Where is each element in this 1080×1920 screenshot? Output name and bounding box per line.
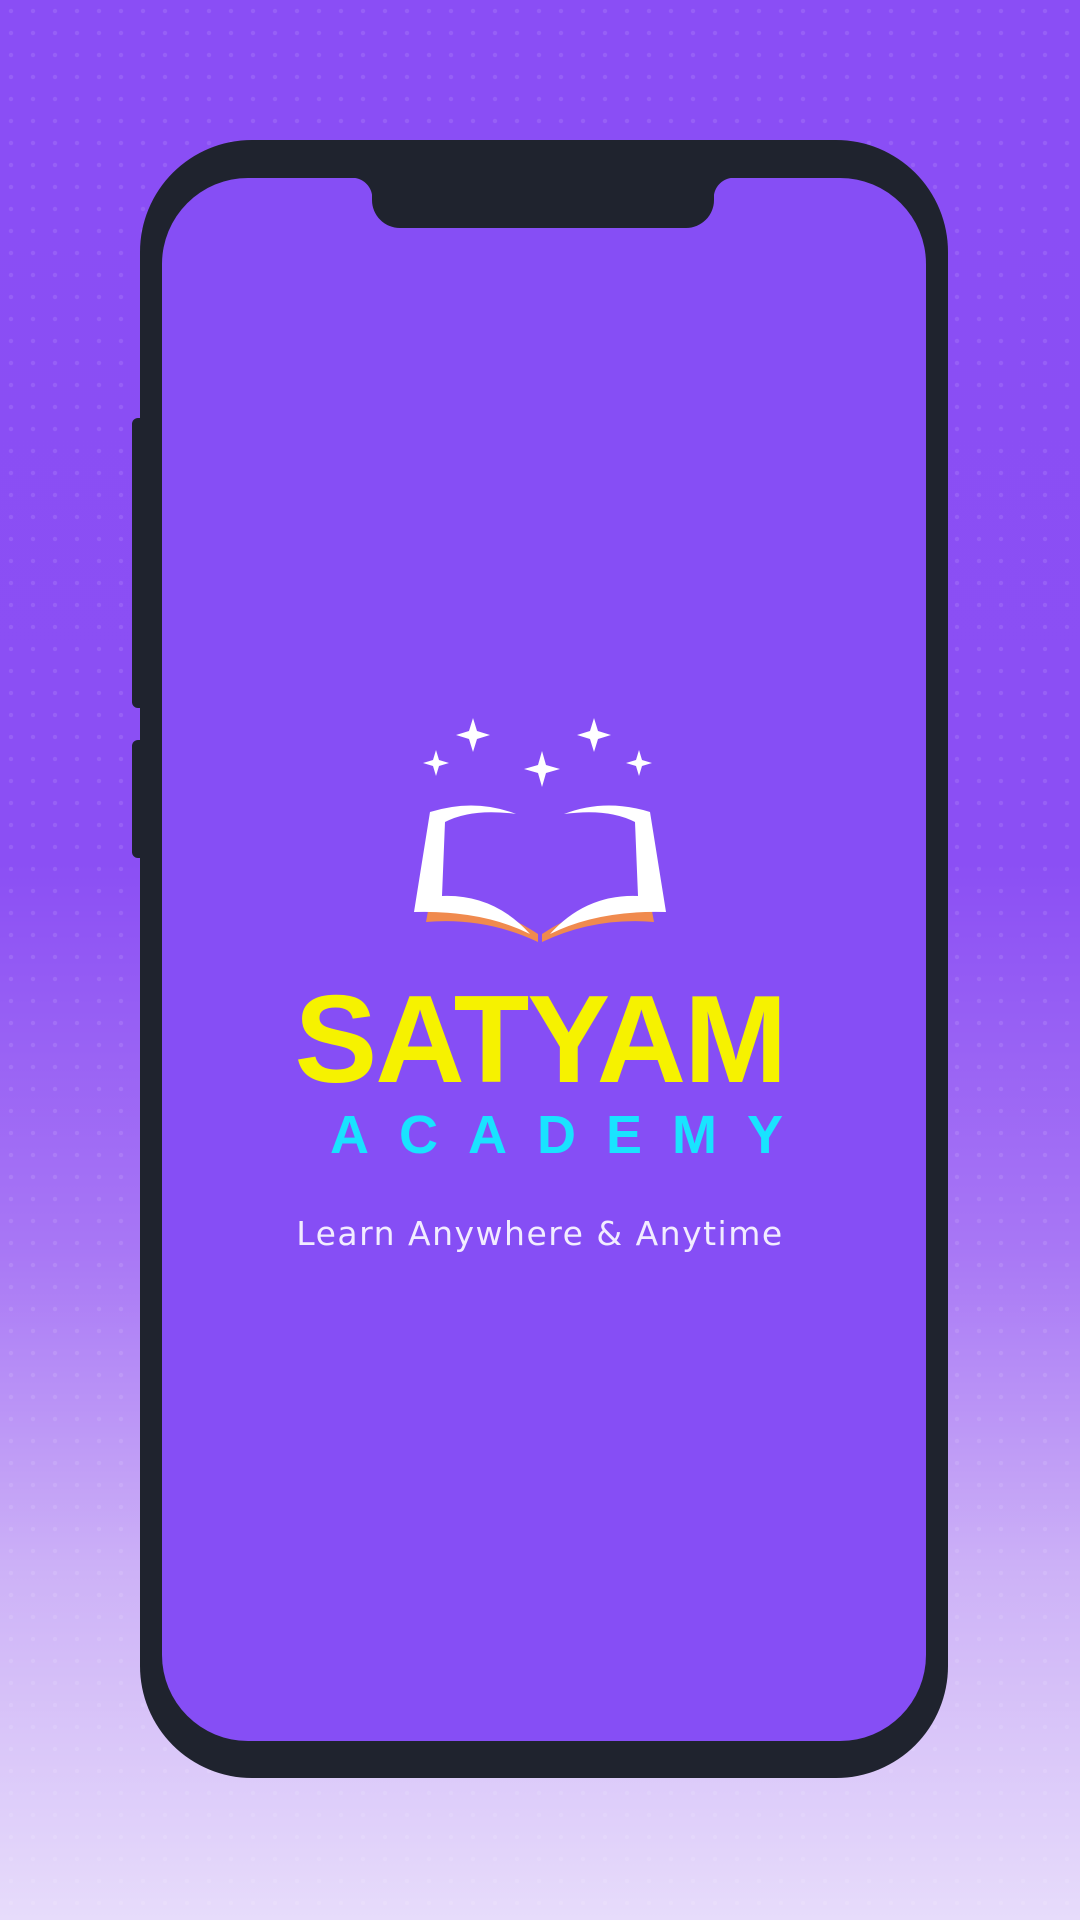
star-icon bbox=[423, 750, 449, 776]
brand-name: SATYAM bbox=[294, 971, 788, 1109]
star-icon bbox=[524, 751, 560, 787]
star-icon bbox=[626, 750, 652, 776]
open-book-with-stars-icon bbox=[414, 718, 666, 942]
splash-screen bbox=[162, 178, 926, 1741]
tagline: Learn Anywhere & Anytime bbox=[296, 1214, 784, 1253]
brand-subtitle: ACADEMY bbox=[330, 1105, 814, 1165]
star-icon bbox=[577, 718, 611, 752]
device-notch bbox=[352, 170, 734, 228]
star-icon bbox=[456, 718, 490, 752]
